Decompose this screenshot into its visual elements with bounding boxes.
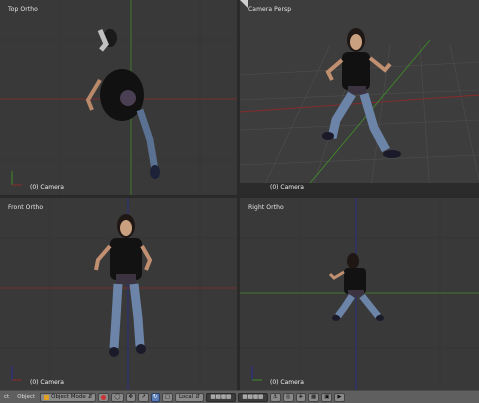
- pivot-icon: ◯: [114, 394, 121, 400]
- chevron-down-icon: ⇵: [195, 394, 200, 400]
- mode-label: Object Mode: [51, 394, 86, 400]
- person-model-top: [85, 29, 160, 179]
- transform-manipulator-button[interactable]: ✥: [125, 392, 137, 402]
- viewport-right-ortho[interactable]: Right Ortho (0) Camera: [240, 198, 479, 390]
- right-ortho-canvas: [240, 198, 479, 390]
- transform-orientation-dropdown[interactable]: Local ⇵: [174, 392, 204, 402]
- snap-target-button[interactable]: ▦: [307, 392, 320, 402]
- pivot-point-button[interactable]: ◯: [111, 392, 124, 402]
- viewport-title: Right Ortho: [248, 204, 284, 211]
- snap-button[interactable]: ⎈: [295, 392, 306, 402]
- active-object-label: (0) Camera: [270, 184, 304, 191]
- rotate-icon: ↻: [152, 394, 158, 400]
- x-axis-line: [240, 94, 479, 113]
- scale-button[interactable]: ▢: [161, 392, 173, 402]
- viewport-camera-persp[interactable]: Camera Persp (0) Camera: [240, 0, 479, 195]
- chevron-down-icon: ⇵: [87, 394, 93, 400]
- mode-dropdown[interactable]: Object Mode ⇵: [40, 392, 97, 402]
- manipulator-icon: ✥: [128, 394, 134, 400]
- axis-gizmo: [11, 171, 22, 186]
- viewport-front-ortho[interactable]: Front Ortho (0) Camera: [0, 198, 237, 390]
- orientation-label: Local: [178, 394, 194, 400]
- scale-icon: ▢: [164, 394, 170, 400]
- front-ortho-canvas: [0, 198, 237, 390]
- active-object-label: (0) Camera: [30, 379, 64, 386]
- top-ortho-canvas: [0, 0, 237, 195]
- viewport-title: Front Ortho: [8, 204, 44, 211]
- object-menu[interactable]: Object: [14, 393, 38, 402]
- view3d-header-toolbar: ct Object Object Mode ⇵ ◯ ✥ ↗ ↻ ▢ Local …: [0, 390, 479, 403]
- rotate-button[interactable]: ↻: [150, 392, 160, 402]
- translate-button[interactable]: ↗: [138, 392, 149, 402]
- corner-resize-icon[interactable]: [240, 0, 248, 8]
- camera-persp-canvas: [240, 28, 479, 195]
- viewport-title: Camera Persp: [248, 6, 292, 13]
- arrow-icon: ↗: [141, 394, 146, 400]
- person-model-right: [328, 253, 384, 321]
- person-model-persp: [322, 28, 401, 158]
- viewport-title: Top Ortho: [8, 6, 38, 13]
- proportional-edit-button[interactable]: ◎: [282, 392, 294, 402]
- render-anim-button[interactable]: ▶: [334, 392, 345, 402]
- select-menu[interactable]: ct: [1, 393, 12, 402]
- sphere-icon: [101, 394, 107, 400]
- layer-grid-a[interactable]: ▩▩▩▩: [205, 392, 236, 402]
- axis-gizmo: [251, 366, 262, 381]
- render-button[interactable]: ▣: [321, 392, 333, 402]
- active-object-label: (0) Camera: [270, 379, 304, 386]
- cube-icon: [44, 394, 50, 400]
- person-model-front: [94, 214, 153, 357]
- axis-gizmo: [11, 366, 22, 381]
- viewport-top-ortho[interactable]: Top Ortho (0) Camera: [0, 0, 237, 195]
- active-object-label: (0) Camera: [30, 184, 64, 191]
- viewport-shading-button[interactable]: [98, 392, 110, 402]
- viewport-divider-horizontal[interactable]: [0, 195, 479, 198]
- lock-icon[interactable]: ⚓: [269, 392, 281, 402]
- layer-grid-b[interactable]: ▩▩▩▩: [237, 392, 268, 402]
